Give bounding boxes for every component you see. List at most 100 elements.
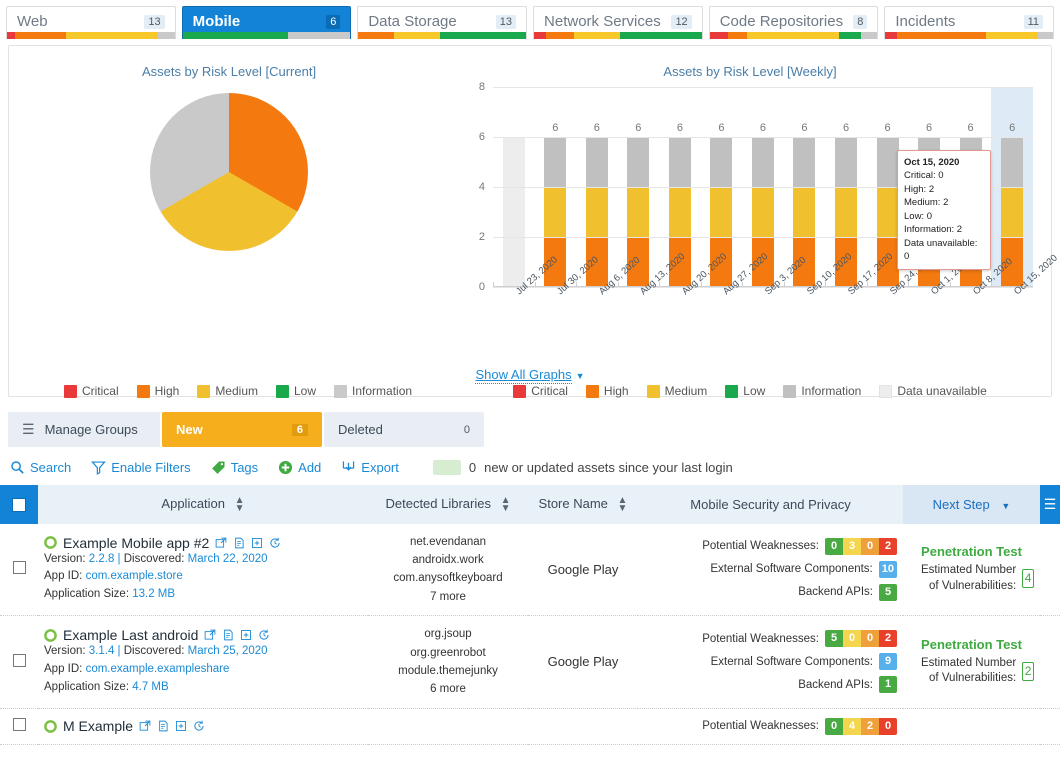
next-step-chevron-down-icon[interactable]: ▼ [1001,501,1010,511]
weakness-badge[interactable]: 0 [879,717,897,735]
legend-item[interactable]: Medium [197,384,258,398]
header-store-name[interactable]: Store Name ▲ ▼ [528,485,638,524]
weakness-badge[interactable]: 0 [843,630,861,648]
legend-item[interactable]: Critical [63,384,119,398]
header-detected-libraries[interactable]: Detected Libraries ▲ ▼ [368,485,528,524]
header-next-step[interactable]: Next Step ▼ [903,485,1040,524]
app-name[interactable]: M Example [63,718,133,734]
legend-item[interactable]: Data unavailable [879,384,987,398]
external-components-count[interactable]: 9 [879,653,897,671]
app-discovered-value[interactable]: March 25, 2020 [188,645,268,657]
table-row[interactable]: Example Mobile app #2 Version: 2.2.8 | Di… [0,523,1060,617]
add-button[interactable]: Add [278,460,321,475]
app-size-value[interactable]: 13.2 MB [132,588,175,600]
library-name: androidx.work [412,553,484,566]
tags-button[interactable]: Add Tags [211,460,258,475]
table-row[interactable]: Example Last android Version: 3.1.4 | Dis… [0,615,1060,709]
table-row[interactable]: M Example Potential Weaknesses: 0 4 2 0 [0,708,1060,745]
estimated-vulns-value[interactable]: 2 [1022,661,1034,681]
weakness-badge[interactable]: 2 [879,537,897,555]
weakness-badge[interactable]: 4 [843,717,861,735]
add-to-group-icon[interactable] [175,720,187,732]
backend-apis-count[interactable]: 1 [879,676,897,694]
sort-libraries-icon[interactable]: ▲ ▼ [501,495,511,513]
select-all-checkbox[interactable] [12,498,26,513]
enable-filters-button[interactable]: Enable Filters [91,460,191,475]
chevron-down-icon[interactable]: ▼ [576,371,585,381]
legend-item[interactable]: Low [276,384,316,398]
open-external-icon[interactable] [139,720,151,732]
legend-item[interactable]: High [585,384,629,398]
estimated-vulns-value[interactable]: 4 [1022,569,1034,589]
row-select-cell[interactable] [0,615,38,709]
backend-apis-count[interactable]: 5 [879,583,897,601]
manage-groups-button[interactable]: ☰ Manage Groups [8,412,160,447]
legend-item[interactable]: High [136,384,179,398]
weakness-badge[interactable]: 0 [861,630,879,648]
legend-item[interactable]: Information [334,384,412,398]
weakness-badge[interactable]: 2 [879,630,897,648]
weakness-badge[interactable]: 2 [861,717,879,735]
tab-code-repositories[interactable]: Code Repositories 8 [708,6,879,39]
pie-graphic[interactable] [150,93,308,251]
library-name: com.anysoftkeyboard [393,572,503,585]
select-all-header[interactable] [0,485,38,524]
row-checkbox[interactable] [12,561,26,575]
libraries-more-link[interactable]: 7 more [374,588,522,606]
header-mobile-security[interactable]: Mobile Security and Privacy [638,485,903,524]
report-icon[interactable] [233,537,245,549]
app-id-value[interactable]: com.example.exampleshare [86,663,230,675]
sort-application-icon[interactable]: ▲ ▼ [235,495,245,513]
group-tab-deleted[interactable]: Deleted 0 [324,412,484,447]
weakness-badge[interactable]: 0 [825,717,843,735]
app-discovered-value[interactable]: March 22, 2020 [188,553,268,565]
open-external-icon[interactable] [215,537,227,549]
app-name[interactable]: Example Last android [63,627,198,643]
add-to-group-icon[interactable] [251,537,263,549]
weakness-badge[interactable]: 3 [843,537,861,555]
tab-network-services[interactable]: Network Services 12 [533,6,703,39]
tab-web[interactable]: Web 13 [6,6,176,39]
app-size-value[interactable]: 4.7 MB [132,681,168,693]
header-application[interactable]: Application ▲ ▼ [38,485,368,524]
weakness-badge[interactable]: 0 [825,537,843,555]
report-icon[interactable] [157,720,169,732]
weakness-badge[interactable]: 0 [861,537,879,555]
history-icon[interactable] [193,720,205,732]
legend-item[interactable]: Medium [646,384,707,398]
history-icon[interactable] [258,629,270,641]
row-checkbox[interactable] [12,653,26,667]
column-menu-button[interactable]: ☰ [1040,485,1060,524]
legend-item[interactable]: Critical [513,384,568,398]
legend-item[interactable]: Low [725,384,765,398]
tab-risk-segment [534,32,546,39]
legend-item[interactable]: Information [783,384,861,398]
next-step-title[interactable]: Penetration Test [909,637,1034,652]
app-version-value[interactable]: 3.1.4 [89,645,115,657]
export-button[interactable]: Export [341,460,399,475]
next-step-title[interactable]: Penetration Test [909,544,1034,559]
row-checkbox[interactable] [12,718,26,732]
weakness-badge[interactable]: 5 [825,630,843,648]
row-select-cell[interactable] [0,708,38,745]
tab-incidents[interactable]: Incidents 11 [884,6,1055,39]
tab-data-storage[interactable]: Data Storage 13 [357,6,528,39]
tab-mobile[interactable]: Mobile 6 [181,6,352,39]
report-icon[interactable] [222,629,234,641]
search-button[interactable]: Search [10,460,71,475]
add-to-group-icon[interactable] [240,629,252,641]
libraries-more-link[interactable]: 6 more [374,680,522,698]
app-id-value[interactable]: com.example.store [86,570,183,582]
open-external-icon[interactable] [204,629,216,641]
external-components-count[interactable]: 10 [878,560,897,578]
group-tab-new[interactable]: New 6 [162,412,322,447]
history-icon[interactable] [269,537,281,549]
app-name[interactable]: Example Mobile app #2 [63,535,209,551]
row-select-cell[interactable] [0,523,38,617]
manage-groups-label: Manage Groups [44,422,138,437]
app-version-value[interactable]: 2.2.8 [89,553,115,565]
tags-text: Tags [230,460,259,475]
tooltip-line: Data unavailable: 0 [904,237,978,263]
sort-store-icon[interactable]: ▲ ▼ [618,495,628,513]
show-all-graphs-link[interactable]: Show All Graphs [475,367,572,384]
